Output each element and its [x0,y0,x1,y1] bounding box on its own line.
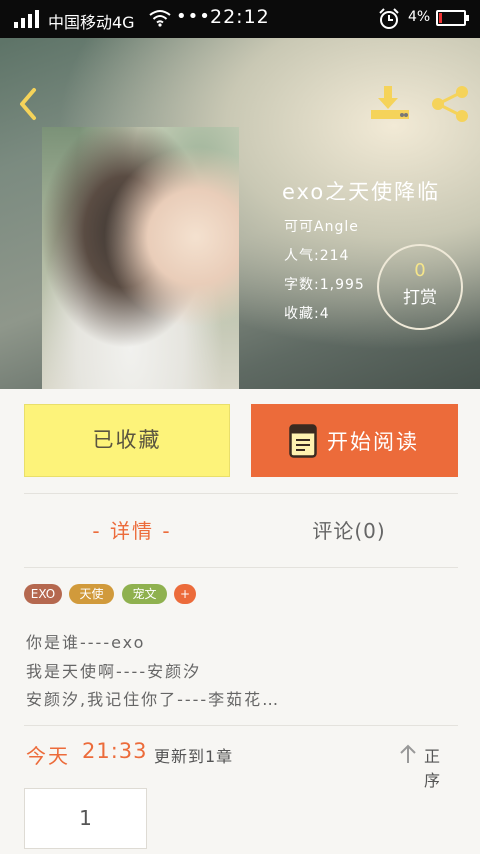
author-name[interactable]: 可可Angle [284,216,359,236]
alarm-icon [379,8,399,29]
favorites-stat: 收藏:4 [284,306,330,322]
add-tag-button[interactable]: + [174,584,196,604]
back-arrow-icon[interactable] [14,84,44,124]
tip-amount: 0 [414,260,426,281]
start-reading-button[interactable]: 开始阅读 [251,404,458,477]
more-dots: ••• [176,6,211,27]
popularity-stat: 人气:214 [284,248,350,264]
description-line[interactable]: 安颜汐,我记住你了----李茹花… [26,686,280,710]
book-header: exo之天使降临 可可Angle 人气:214 字数:1,995 收藏:4 0 … [0,38,480,389]
tag-pampering[interactable]: 宠文 [122,584,167,604]
sort-order-button[interactable]: 正序 [424,743,458,791]
download-icon[interactable] [368,84,412,124]
clock: 22:12 [210,6,270,28]
status-bar: 中国移动4G ••• 22:12 4% [0,0,480,38]
update-chapter-count: 更新到1章 [154,747,234,766]
wifi-icon [149,10,171,27]
book-cover-image[interactable] [42,127,239,389]
tag-angel[interactable]: 天使 [69,584,114,604]
battery-percent: 4% [408,9,431,25]
sort-arrow-icon[interactable] [400,744,416,764]
favorited-button[interactable]: 已收藏 [24,404,230,477]
battery-level [439,13,442,23]
description-line: 我是天使啊----安颜汐 [26,662,202,681]
chapter-button[interactable]: 1 [24,788,147,849]
tip-label: 打赏 [403,288,437,308]
word-count-stat: 字数:1,995 [284,277,365,293]
tab-details[interactable]: - 详情 - [24,494,240,568]
description-line: 你是谁----exo [26,633,146,652]
book-icon [289,424,317,458]
update-day: 今天 [26,744,70,768]
signal-icon [14,10,39,28]
start-reading-label: 开始阅读 [327,430,419,454]
update-row: 今天 21:33 更新到1章 正序 [24,726,458,790]
divider [24,567,458,568]
update-time: 21:33 [82,739,148,763]
tip-button[interactable]: 0 打赏 [377,244,463,330]
tab-comments[interactable]: 评论(0) [240,494,458,568]
carrier-label: 中国移动4G [48,13,135,32]
book-title: exo之天使降临 [282,180,441,204]
share-icon[interactable] [428,84,472,124]
battery-icon [436,10,469,26]
tag-exo[interactable]: EXO [24,584,62,604]
